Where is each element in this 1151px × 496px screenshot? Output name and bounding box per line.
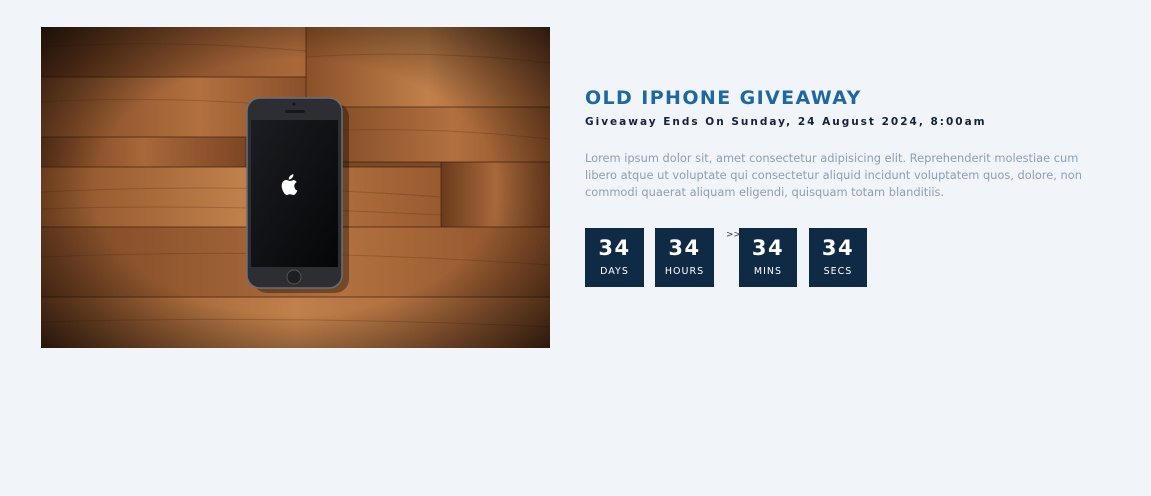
countdown-mins: 34 MINS	[739, 228, 797, 287]
countdown-secs-value: 34	[821, 236, 855, 260]
countdown-secs: 34 SECS	[809, 228, 867, 287]
iphone-on-wood-photo	[41, 27, 550, 348]
countdown-mins-label: MINS	[753, 266, 783, 277]
countdown-hours-label: HOURS	[664, 266, 705, 277]
giveaway-description: Lorem ipsum dolor sit, amet consectetur …	[585, 151, 1082, 199]
countdown-hours-value: 34	[668, 236, 701, 260]
countdown-mins-value: 34	[751, 236, 785, 260]
giveaway-details: OLD IPHONE GIVEAWAY Giveaway Ends On Sun…	[585, 86, 1105, 212]
giveaway-product-image	[41, 27, 550, 348]
countdown-days: 34 DAYS	[585, 228, 644, 287]
countdown-hours: 34 HOURS	[655, 228, 714, 287]
giveaway-title: OLD IPHONE GIVEAWAY	[585, 87, 862, 109]
countdown-days-value: 34	[598, 236, 631, 260]
countdown-timer: 34 DAYS 34 HOURS >> 34 MINS 34 SECS	[585, 228, 885, 287]
countdown-days-label: DAYS	[600, 266, 629, 277]
countdown-secs-label: SECS	[823, 266, 853, 277]
giveaway-end-date: Giveaway Ends On Sunday, 24 August 2024,…	[585, 116, 987, 128]
